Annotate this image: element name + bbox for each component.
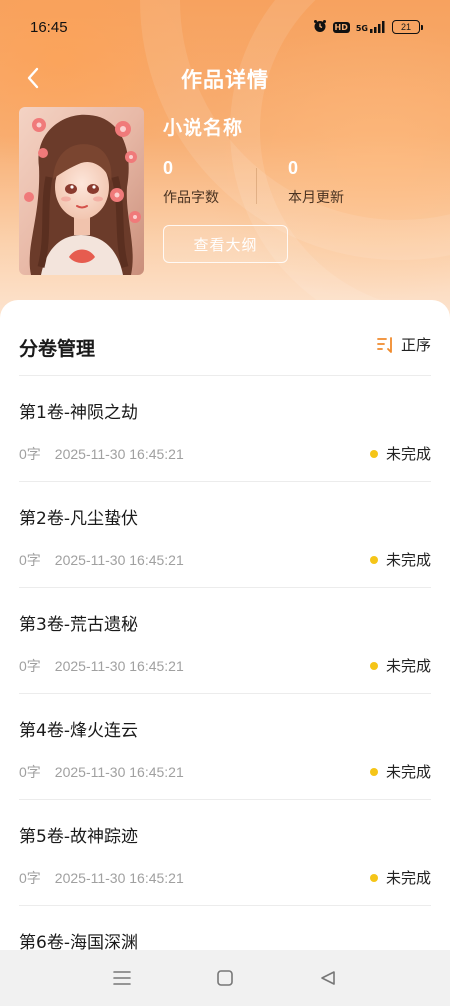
top-nav: 作品详情 [0,56,450,100]
signal-icon: 5G [356,21,386,33]
system-nav-bar [0,950,450,1006]
volume-status: 未完成 [369,443,431,464]
monthly-update-label: 本月更新 [288,190,344,206]
volume-status-label: 未完成 [385,445,431,463]
volume-status: 未完成 [369,655,431,676]
volume-status-label: 未完成 [385,657,431,675]
volume-date: 2025-11-30 16:45:21 [54,870,184,886]
volume-date: 2025-11-30 16:45:21 [54,446,184,462]
volume-item[interactable]: 第1卷-神陨之劫 0字 2025-11-30 16:45:21 未完成 [19,376,431,482]
status-dot-icon [369,661,378,670]
book-cover[interactable] [19,107,144,275]
volume-status: 未完成 [369,867,431,888]
volume-meta: 0字 2025-11-30 16:45:21 [19,444,184,464]
volume-item[interactable]: 第5卷-故神踪迹 0字 2025-11-30 16:45:21 未完成 [19,800,431,906]
back-key[interactable] [308,958,348,998]
volume-word-count: 0字 [19,764,41,780]
volume-date: 2025-11-30 16:45:21 [54,658,184,674]
volume-status: 未完成 [369,761,431,782]
sort-ascending-icon [377,336,392,353]
volume-item[interactable]: 第2卷-凡尘蛰伏 0字 2025-11-30 16:45:21 未完成 [19,482,431,588]
monthly-update-value: 0 [288,158,299,178]
volume-title: 第3卷-荒古遗秘 [19,615,138,635]
stat-monthly-update: 0 本月更新 [288,158,344,207]
volume-item[interactable]: 第3卷-荒古遗秘 0字 2025-11-30 16:45:21 未完成 [19,588,431,694]
volume-title: 第1卷-神陨之劫 [19,403,138,423]
menu-key[interactable] [102,958,142,998]
volume-date: 2025-11-30 16:45:21 [54,764,184,780]
volume-list: 第1卷-神陨之劫 0字 2025-11-30 16:45:21 未完成 第2卷-凡尘蛰伏… [19,376,431,1006]
status-dot-icon [369,767,378,776]
page-title: 作品详情 [181,68,269,92]
volume-status-label: 未完成 [385,869,431,887]
sort-order-button[interactable]: 正序 [377,334,431,355]
status-bar: 16:45 HD 5G 21 [0,0,450,54]
volume-title: 第4卷-烽火连云 [19,721,138,741]
sort-order-label: 正序 [400,336,431,354]
novel-name: 小说名称 [163,117,244,139]
volume-meta: 0字 2025-11-30 16:45:21 [19,868,184,888]
volume-status-label: 未完成 [385,763,431,781]
status-dot-icon [369,555,378,564]
network-label: 5G [355,24,368,33]
volume-meta: 0字 2025-11-30 16:45:21 [19,762,184,782]
word-count-value: 0 [163,158,174,178]
volume-title: 第5卷-故神踪迹 [19,827,138,847]
word-count-label: 作品字数 [163,190,219,206]
volume-word-count: 0字 [19,870,41,886]
battery-level: 21 [400,22,411,32]
volume-date: 2025-11-30 16:45:21 [54,552,184,568]
alarm-icon [313,18,327,37]
volume-status: 未完成 [369,549,431,570]
volume-meta: 0字 2025-11-30 16:45:21 [19,656,184,676]
battery-icon: 21 [392,20,423,34]
stat-word-count: 0 作品字数 [163,158,219,207]
volume-word-count: 0字 [19,552,41,568]
status-dot-icon [369,449,378,458]
volume-status-label: 未完成 [385,551,431,569]
volume-panel-title: 分卷管理 [19,338,96,360]
home-square-icon [217,970,233,986]
status-icons: HD 5G 21 [313,18,423,37]
view-outline-button[interactable]: 查看大纲 [163,225,288,263]
volume-word-count: 0字 [19,446,41,462]
volume-title: 第2卷-凡尘蛰伏 [19,509,138,529]
stat-divider [256,168,257,204]
status-time: 16:45 [30,18,68,36]
hd-icon: HD [332,21,350,33]
menu-icon [112,971,131,985]
status-dot-icon [369,873,378,882]
volume-word-count: 0字 [19,658,41,674]
volume-panel-header: 分卷管理 正序 [19,334,431,364]
volume-meta: 0字 2025-11-30 16:45:21 [19,550,184,570]
volume-panel: 分卷管理 正序 第1卷-神陨之劫 0字 2025-11-30 16:45:21 未完成… [0,300,450,953]
back-triangle-icon [321,971,336,985]
volume-item[interactable]: 第4卷-烽火连云 0字 2025-11-30 16:45:21 未完成 [19,694,431,800]
home-key[interactable] [205,958,245,998]
